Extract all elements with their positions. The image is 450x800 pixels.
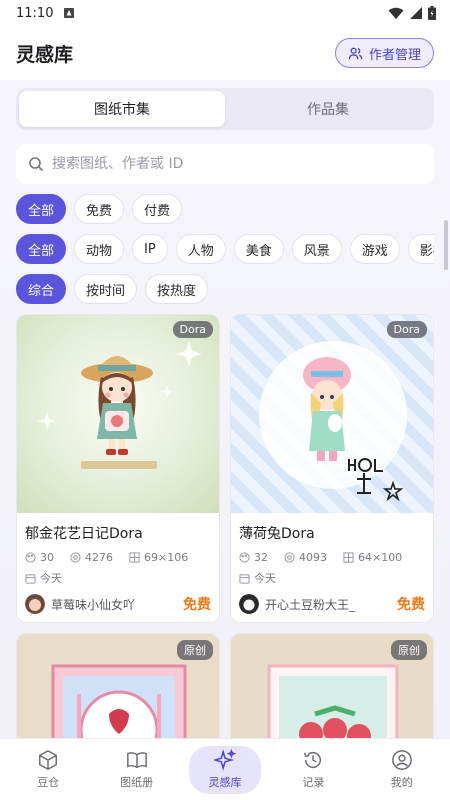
pattern-card[interactable]: Dora 薄荷兔Dora 32 4093 64×100 今天 开心土豆粉大王_ … <box>230 314 434 623</box>
pattern-card[interactable]: 原创 <box>230 633 434 738</box>
sparkle-icon <box>213 749 236 771</box>
pattern-date: 今天 <box>25 570 211 586</box>
grid-icon <box>129 552 140 563</box>
pattern-size: 69×106 <box>144 551 189 564</box>
author-name: 开心土豆粉大王_ <box>265 597 356 612</box>
pattern-size: 64×100 <box>358 551 403 564</box>
avatar <box>25 594 45 614</box>
price-label: 免费 <box>397 597 425 613</box>
category-filter: 全部 动物 IP 人物 美食 风景 游戏 影视 原创 <box>16 234 434 264</box>
pattern-stats: 32 4093 64×100 <box>239 551 425 564</box>
original-badge: 原创 <box>391 640 427 660</box>
cube-icon <box>39 749 58 771</box>
tab-works[interactable]: 作品集 <box>225 91 431 127</box>
history-icon <box>304 752 322 769</box>
category-chip-ip[interactable]: IP <box>132 234 168 264</box>
status-bar: 11:10 <box>0 0 450 26</box>
view-count: 4276 <box>85 551 113 564</box>
author-badge: Dora <box>386 321 427 338</box>
pattern-card[interactable]: 原创 <box>16 633 220 738</box>
category-chip-game[interactable]: 游戏 <box>349 234 400 264</box>
original-badge: 原创 <box>177 640 213 660</box>
calendar-icon <box>239 573 250 584</box>
palette-icon <box>239 552 250 563</box>
pattern-thumbnail: 原创 <box>17 634 219 738</box>
date-label: 今天 <box>254 572 276 585</box>
category-chip-people[interactable]: 人物 <box>175 234 226 264</box>
page-title: 灵感库 <box>16 43 74 66</box>
color-count: 32 <box>254 551 268 564</box>
calendar-icon <box>25 573 36 584</box>
palette-icon <box>25 552 36 563</box>
sort-chip-time[interactable]: 按时间 <box>74 274 138 304</box>
nav-bean-storage[interactable]: 豆仓 <box>12 746 84 794</box>
girl-illustration <box>37 341 202 469</box>
notification-icon <box>64 8 75 18</box>
pattern-date: 今天 <box>239 570 425 586</box>
pattern-title: 郁金花艺日记Dora <box>25 526 143 542</box>
nav-label: 记录 <box>302 776 325 789</box>
category-chip-all[interactable]: 全部 <box>16 234 67 264</box>
price-filter: 全部 免费 付费 <box>16 194 434 224</box>
wifi-icon <box>388 7 404 19</box>
book-icon <box>126 752 147 769</box>
pattern-thumbnail: 原创 <box>231 634 433 738</box>
price-chip-all[interactable]: 全部 <box>16 194 67 224</box>
pattern-title: 薄荷兔Dora <box>239 526 315 542</box>
price-chip-paid[interactable]: 付费 <box>132 194 183 224</box>
nav-pattern-book[interactable]: 图纸册 <box>101 746 173 794</box>
category-chip-scenery[interactable]: 风景 <box>291 234 342 264</box>
category-chip-animal[interactable]: 动物 <box>74 234 125 264</box>
nav-inspiration[interactable]: 灵感库 <box>188 745 261 794</box>
pattern-thumbnail: Dora <box>231 315 433 513</box>
sort-chip-popularity[interactable]: 按热度 <box>145 274 209 304</box>
search-icon <box>29 157 44 172</box>
eye-icon <box>70 552 81 563</box>
color-count: 30 <box>40 551 54 564</box>
pattern-thumbnail: Dora <box>17 315 219 513</box>
grid-icon <box>343 552 354 563</box>
search-input[interactable] <box>52 156 422 172</box>
date-label: 今天 <box>40 572 62 585</box>
nav-profile[interactable]: 我的 <box>366 746 438 794</box>
price-label: 免费 <box>183 597 211 613</box>
author-info[interactable]: 开心土豆粉大王_ <box>239 594 355 614</box>
author-badge: Dora <box>172 321 213 338</box>
author-name: 草莓味小仙女吖 <box>51 597 136 612</box>
bottom-navigation: 豆仓 图纸册 灵感库 记录 我的 <box>0 738 450 800</box>
signal-icon <box>410 7 422 19</box>
pattern-card[interactable]: Dora 郁金花艺日记Dora 30 4276 69×106 今天 草莓味小仙女… <box>16 314 220 623</box>
category-chip-food[interactable]: 美食 <box>233 234 284 264</box>
users-icon <box>348 47 363 59</box>
profile-icon <box>391 750 412 770</box>
avatar <box>239 594 259 614</box>
nav-label: 图纸册 <box>120 776 154 789</box>
view-count: 4093 <box>299 551 327 564</box>
nav-label: 我的 <box>390 776 413 789</box>
status-time: 11:10 <box>16 5 54 21</box>
author-info[interactable]: 草莓味小仙女吖 <box>25 594 135 614</box>
pattern-grid: Dora 郁金花艺日记Dora 30 4276 69×106 今天 草莓味小仙女… <box>16 314 434 738</box>
eye-icon <box>284 552 295 563</box>
search-bar <box>16 144 434 184</box>
sort-filter: 综合 按时间 按热度 <box>16 274 434 304</box>
battery-icon <box>428 6 436 20</box>
sort-chip-overall[interactable]: 综合 <box>16 274 67 304</box>
scrollbar[interactable] <box>444 220 448 270</box>
pattern-stats: 30 4276 69×106 <box>25 551 211 564</box>
main-content: 图纸市集 作品集 全部 免费 付费 全部 动物 IP 人物 美食 风景 游戏 影… <box>0 80 450 738</box>
category-chip-film[interactable]: 影视 <box>407 234 434 264</box>
segment-tabs: 图纸市集 作品集 <box>16 88 434 130</box>
price-chip-free[interactable]: 免费 <box>74 194 125 224</box>
nav-label: 灵感库 <box>208 776 242 789</box>
bunny-girl-illustration <box>259 341 407 502</box>
tab-pattern-market[interactable]: 图纸市集 <box>19 91 225 127</box>
author-management-label: 作者管理 <box>368 47 421 63</box>
author-management-button[interactable]: 作者管理 <box>334 38 434 68</box>
nav-history[interactable]: 记录 <box>277 746 349 794</box>
app-header: 灵感库 作者管理 <box>0 26 450 80</box>
nav-label: 豆仓 <box>37 776 60 789</box>
